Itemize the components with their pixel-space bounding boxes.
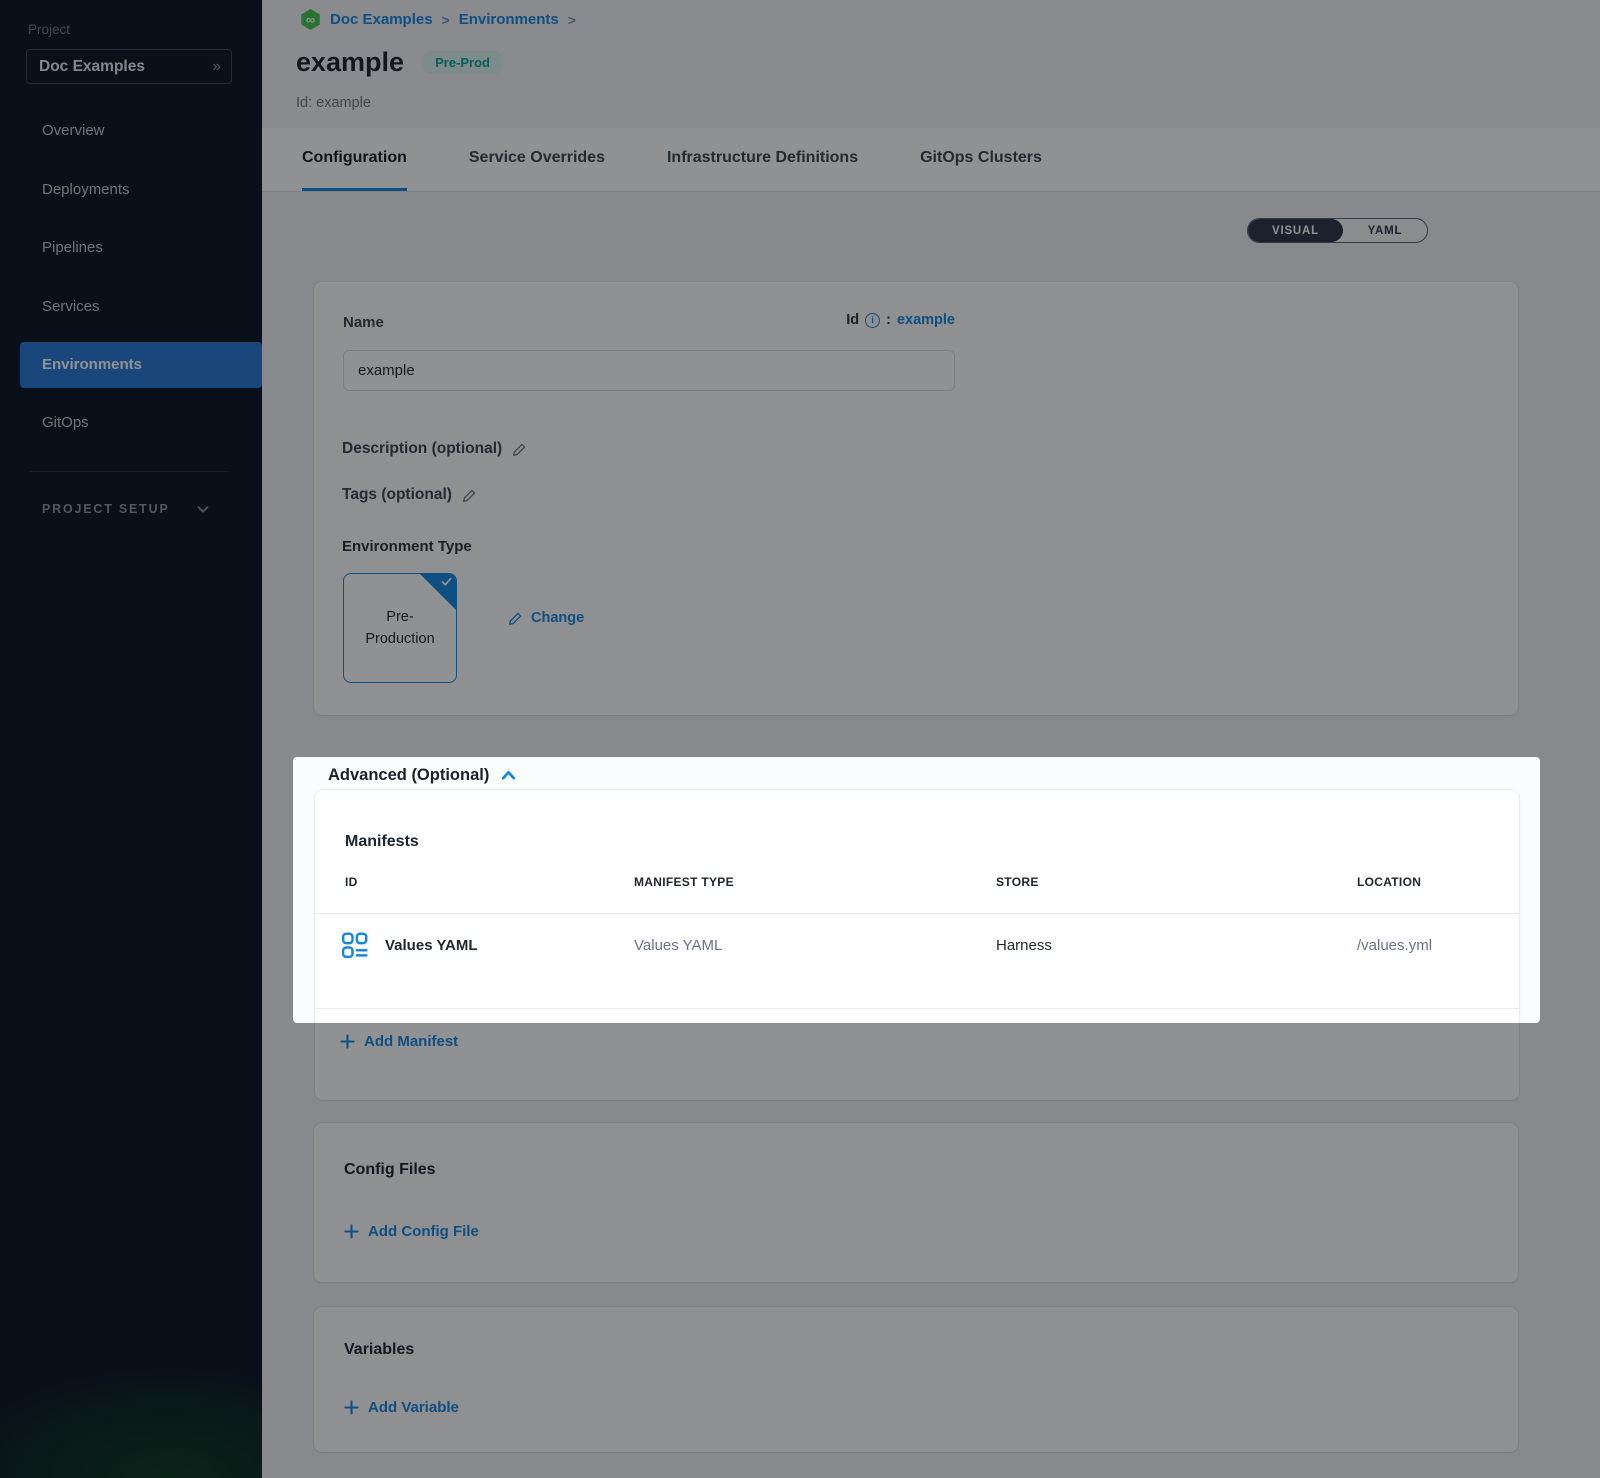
plus-icon xyxy=(344,1400,359,1415)
manifest-row-location: /values.yml xyxy=(1357,937,1432,954)
pencil-icon xyxy=(512,442,527,457)
variables-card: Variables Add Variable xyxy=(314,1307,1518,1452)
id-cluster: Id i : example xyxy=(846,312,955,328)
config-files-card: Config Files Add Config File xyxy=(314,1123,1518,1282)
chevron-up-icon xyxy=(500,767,517,784)
table-divider xyxy=(315,1008,1519,1009)
environment-type-badge: Pre-Prod xyxy=(421,51,504,74)
config-files-title: Config Files xyxy=(344,1161,436,1179)
environment-type-card-preproduction[interactable]: Pre-Production xyxy=(343,573,457,683)
sidebar-item-services[interactable]: Services xyxy=(0,284,262,330)
name-input[interactable] xyxy=(343,350,955,391)
double-chevron-right-icon: » xyxy=(212,58,219,76)
variables-title: Variables xyxy=(344,1341,414,1359)
project-setup-toggle[interactable]: PROJECT SETUP xyxy=(42,502,210,516)
breadcrumb: ∞ Doc Examples > Environments > xyxy=(300,9,576,30)
environment-type-value: Pre-Production xyxy=(344,606,456,650)
column-header-store: STORE xyxy=(996,875,1039,889)
page-title: example xyxy=(296,47,404,78)
environment-type-label: Environment Type xyxy=(342,538,472,555)
add-manifest-button[interactable]: Add Manifest xyxy=(340,1033,458,1050)
plus-icon xyxy=(340,1034,355,1049)
column-header-location: LOCATION xyxy=(1357,875,1421,889)
add-config-file-button[interactable]: Add Config File xyxy=(344,1223,479,1240)
tab-configuration[interactable]: Configuration xyxy=(302,128,407,191)
sidebar-item-environments[interactable]: Environments xyxy=(20,342,262,388)
title-row: example Pre-Prod xyxy=(296,47,504,78)
sidebar-item-pipelines[interactable]: Pipelines xyxy=(0,225,262,271)
column-header-id: ID xyxy=(345,875,358,889)
description-edit[interactable]: Description (optional) xyxy=(342,440,527,458)
entity-id-line: Id: example xyxy=(296,95,371,111)
manifest-row-store: Harness xyxy=(996,937,1052,954)
tab-gitops-clusters[interactable]: GitOps Clusters xyxy=(920,128,1042,191)
id-value: example xyxy=(897,312,955,328)
cd-module-icon: ∞ xyxy=(300,9,321,30)
chevron-right-icon: > xyxy=(568,12,576,28)
chevron-down-icon xyxy=(196,502,210,516)
id-label: Id xyxy=(846,312,859,328)
pencil-icon xyxy=(508,611,523,626)
tab-infrastructure-definitions[interactable]: Infrastructure Definitions xyxy=(667,128,858,191)
page-header: ∞ Doc Examples > Environments > example … xyxy=(262,0,1600,128)
tags-edit[interactable]: Tags (optional) xyxy=(342,486,477,504)
id-colon: : xyxy=(886,312,891,328)
check-icon xyxy=(440,575,453,588)
sidebar: Project Doc Examples » Overview Deployme… xyxy=(0,0,262,1478)
breadcrumb-environments-link[interactable]: Environments xyxy=(459,11,559,28)
change-environment-type-link[interactable]: Change xyxy=(508,610,584,626)
column-header-manifest-type: MANIFEST TYPE xyxy=(634,875,734,889)
manifests-card: Manifests ID MANIFEST TYPE STORE LOCATIO… xyxy=(315,790,1519,1100)
plus-icon xyxy=(344,1224,359,1239)
project-selector[interactable]: Doc Examples » xyxy=(26,49,232,84)
description-label: Description (optional) xyxy=(342,440,502,458)
sidebar-item-overview[interactable]: Overview xyxy=(0,108,262,154)
breadcrumb-project-link[interactable]: Doc Examples xyxy=(330,11,433,28)
manifest-row-type: Values YAML xyxy=(634,937,722,954)
table-divider xyxy=(315,913,1519,914)
chevron-right-icon: > xyxy=(442,12,450,28)
info-icon[interactable]: i xyxy=(865,313,880,328)
project-name: Doc Examples xyxy=(39,58,145,76)
content-area: VISUAL YAML Name Id i : example Descript… xyxy=(262,192,1600,1478)
pencil-icon xyxy=(462,488,477,503)
toggle-yaml[interactable]: YAML xyxy=(1343,219,1427,242)
sidebar-item-deployments[interactable]: Deployments xyxy=(0,167,262,213)
manifests-title: Manifests xyxy=(345,833,419,851)
toggle-visual[interactable]: VISUAL xyxy=(1248,219,1343,242)
project-label: Project xyxy=(28,22,70,37)
environment-details-card: Name Id i : example Description (optiona… xyxy=(314,282,1518,715)
name-label: Name xyxy=(343,314,384,331)
advanced-collapse-toggle[interactable]: Advanced (Optional) xyxy=(328,766,517,785)
tab-service-overrides[interactable]: Service Overrides xyxy=(469,128,605,191)
manifest-values-icon xyxy=(340,930,370,960)
tags-label: Tags (optional) xyxy=(342,486,452,504)
manifest-row-id[interactable]: Values YAML xyxy=(385,937,478,954)
environment-configuration-page: Project Doc Examples » Overview Deployme… xyxy=(0,0,1600,1478)
sidebar-divider xyxy=(30,471,228,472)
visual-yaml-toggle: VISUAL YAML xyxy=(1247,218,1428,243)
tab-bar: Configuration Service Overrides Infrastr… xyxy=(262,128,1600,192)
sidebar-item-gitops[interactable]: GitOps xyxy=(0,400,262,446)
sidebar-decorative-hill xyxy=(0,1288,262,1478)
add-variable-button[interactable]: Add Variable xyxy=(344,1399,459,1416)
